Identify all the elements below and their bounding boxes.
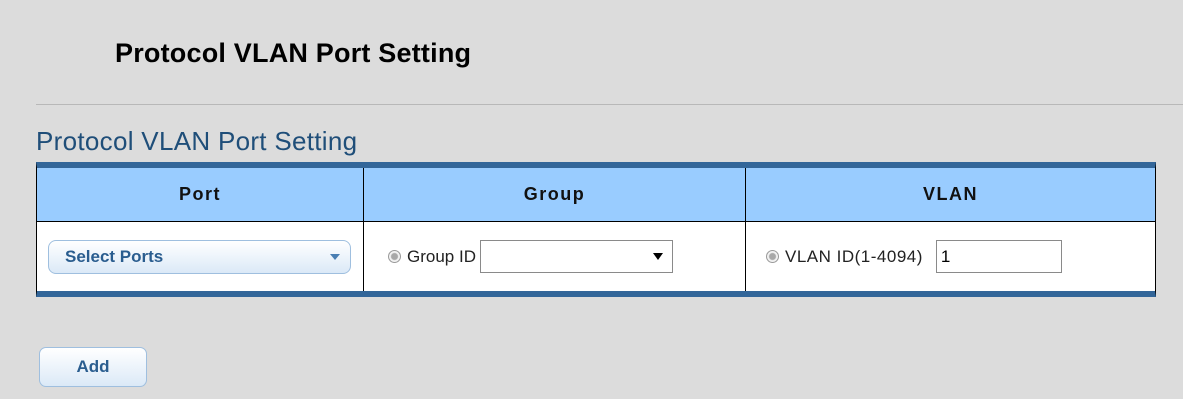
vlan-cell: VLAN ID(1-4094) — [745, 221, 1155, 291]
add-button[interactable]: Add — [39, 347, 147, 387]
vlan-id-label: VLAN ID(1-4094) — [785, 246, 923, 266]
settings-table: Port Group VLAN Select Ports Group ID VL… — [37, 168, 1155, 291]
dropdown-arrow-icon — [652, 253, 663, 260]
header-vlan: VLAN — [745, 168, 1155, 222]
chevron-down-icon — [330, 253, 340, 260]
group-id-select[interactable] — [479, 240, 673, 273]
select-ports-label: Select Ports — [65, 246, 164, 266]
header-port: Port — [37, 168, 364, 222]
header-group: Group — [363, 168, 746, 222]
group-id-radio[interactable] — [388, 250, 401, 263]
vlan-id-input[interactable] — [935, 240, 1062, 273]
section-title: Protocol VLAN Port Setting — [36, 126, 358, 156]
page-title: Protocol VLAN Port Setting — [115, 38, 472, 68]
port-cell: Select Ports — [37, 221, 364, 291]
vlan-id-radio[interactable] — [766, 250, 779, 263]
select-ports-dropdown[interactable]: Select Ports — [48, 239, 351, 274]
table-header-row: Port Group VLAN — [37, 168, 1155, 222]
group-cell: Group ID — [363, 221, 746, 291]
protocol-vlan-table: Port Group VLAN Select Ports Group ID VL… — [36, 162, 1156, 297]
table-row: Select Ports Group ID VLAN ID(1-4094) 1 — [37, 221, 1155, 291]
group-id-label: Group ID — [407, 246, 476, 266]
title-divider — [36, 104, 1183, 105]
page: Protocol VLAN Port Setting Protocol VLAN… — [0, 0, 1183, 399]
